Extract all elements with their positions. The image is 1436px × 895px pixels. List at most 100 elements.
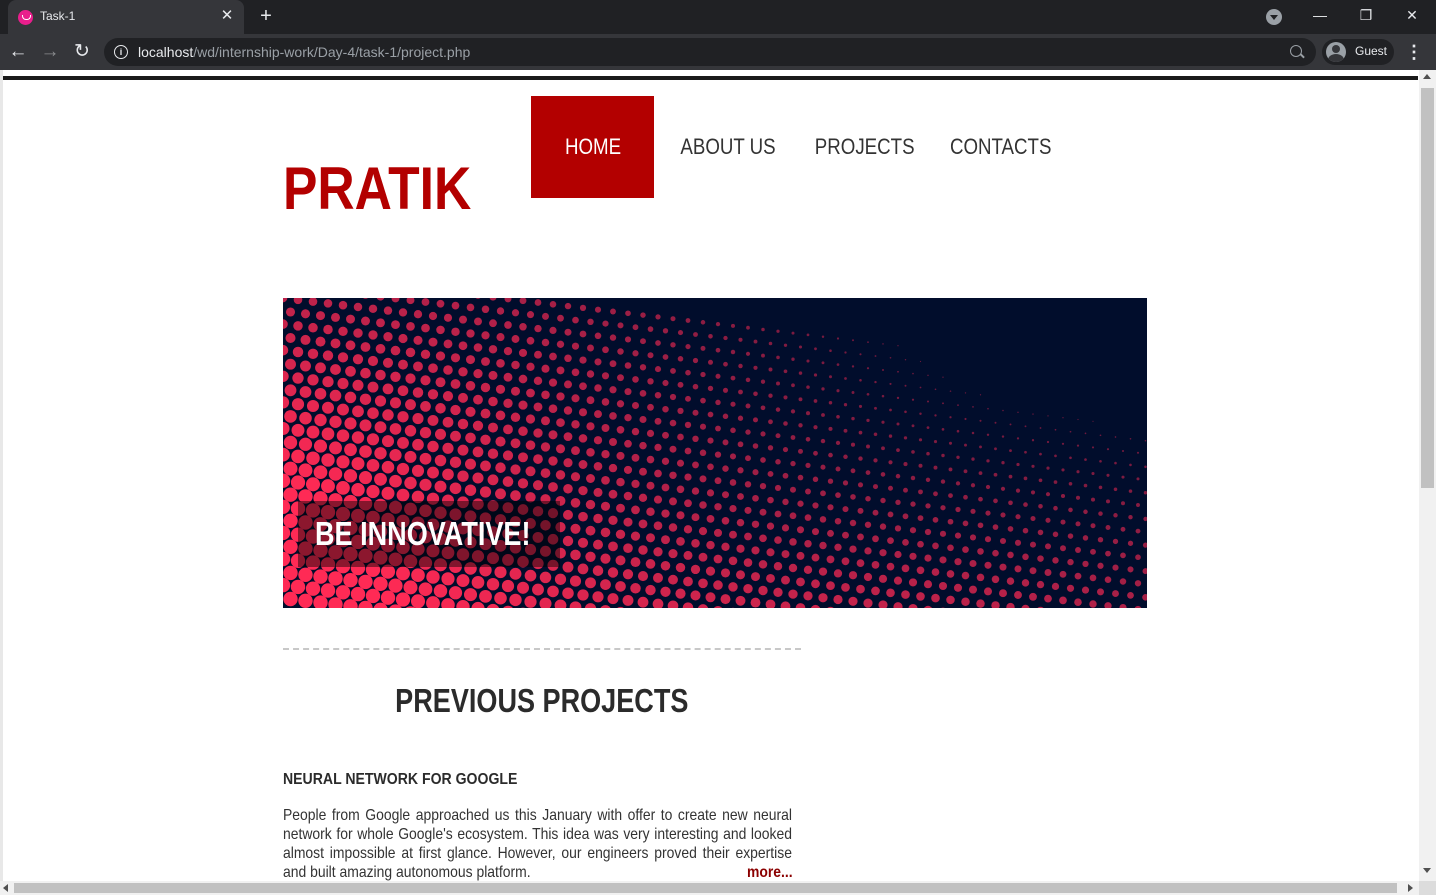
zoom-icon[interactable] bbox=[1290, 45, 1302, 57]
halftone-dot bbox=[359, 445, 372, 458]
halftone-dot bbox=[623, 491, 633, 501]
halftone-dot bbox=[1044, 569, 1052, 576]
halftone-dot bbox=[637, 596, 649, 608]
forward-icon[interactable]: → bbox=[36, 38, 64, 66]
horizontal-scrollbar[interactable] bbox=[0, 881, 1419, 895]
scroll-down-icon[interactable] bbox=[1423, 868, 1431, 873]
nav-item-projects[interactable]: PROJECTS bbox=[806, 96, 921, 198]
nav-item-home[interactable]: HOME bbox=[531, 96, 654, 198]
halftone-dot bbox=[728, 582, 738, 592]
halftone-dot bbox=[608, 541, 618, 552]
halftone-dot bbox=[858, 430, 863, 435]
halftone-dot bbox=[850, 468, 856, 474]
new-tab-icon[interactable]: + bbox=[254, 4, 278, 28]
halftone-dot bbox=[683, 525, 693, 534]
halftone-dot bbox=[844, 377, 847, 380]
halftone-dot bbox=[991, 575, 1000, 584]
browser-tab[interactable]: Task-1 ✕ bbox=[8, 0, 244, 34]
halftone-dot bbox=[1142, 542, 1147, 548]
browser-menu-icon[interactable]: ⋮ bbox=[1404, 38, 1424, 66]
halftone-dot bbox=[752, 417, 759, 423]
halftone-dot bbox=[976, 599, 985, 608]
halftone-dot bbox=[692, 357, 699, 364]
halftone-dot bbox=[683, 576, 693, 587]
halftone-dot bbox=[858, 404, 863, 408]
halftone-dot bbox=[456, 600, 470, 608]
horizontal-scroll-thumb[interactable] bbox=[14, 883, 1397, 893]
halftone-dot bbox=[916, 592, 925, 601]
halftone-dot bbox=[405, 399, 416, 411]
halftone-dot bbox=[421, 323, 430, 333]
halftone-dot bbox=[632, 350, 639, 357]
halftone-dot bbox=[924, 605, 932, 608]
close-window-icon[interactable]: ✕ bbox=[1392, 0, 1432, 32]
halftone-dot bbox=[721, 542, 730, 551]
halftone-dot bbox=[820, 490, 826, 497]
halftone-dot bbox=[956, 429, 960, 433]
halftone-dot bbox=[835, 492, 841, 498]
halftone-dot bbox=[381, 460, 395, 474]
scroll-up-icon[interactable] bbox=[1423, 74, 1431, 79]
halftone-dot bbox=[760, 431, 766, 437]
halftone-dot bbox=[495, 436, 506, 447]
halftone-dot bbox=[315, 336, 326, 347]
vertical-scroll-thumb[interactable] bbox=[1421, 88, 1434, 488]
halftone-dot bbox=[955, 481, 961, 486]
halftone-dot bbox=[1039, 452, 1042, 456]
halftone-dot bbox=[533, 454, 543, 464]
vertical-scrollbar[interactable] bbox=[1419, 70, 1436, 881]
halftone-dot bbox=[1084, 458, 1087, 461]
halftone-dot bbox=[631, 479, 640, 489]
tab-search-icon[interactable] bbox=[1266, 9, 1282, 25]
halftone-dot bbox=[390, 371, 401, 382]
halftone-dot bbox=[660, 586, 671, 597]
halftone-dot bbox=[283, 487, 298, 502]
profile-button[interactable]: Guest bbox=[1322, 39, 1394, 65]
halftone-dot bbox=[1007, 526, 1014, 532]
halftone-dot bbox=[1090, 497, 1096, 502]
url-text[interactable]: localhost/wd/internship-work/Day-4/task-… bbox=[138, 44, 470, 60]
reload-icon[interactable]: ↻ bbox=[68, 38, 96, 66]
halftone-dot bbox=[887, 537, 894, 544]
halftone-dot bbox=[926, 426, 930, 429]
halftone-dot bbox=[865, 495, 871, 502]
halftone-dot bbox=[814, 347, 817, 351]
halftone-dot bbox=[457, 418, 469, 430]
halftone-dot bbox=[1142, 593, 1147, 601]
halftone-dot bbox=[420, 401, 431, 412]
halftone-dot bbox=[578, 434, 588, 443]
close-tab-icon[interactable]: ✕ bbox=[216, 5, 238, 27]
restore-icon[interactable]: ❐ bbox=[1346, 0, 1386, 32]
halftone-dot bbox=[571, 446, 580, 456]
halftone-dot bbox=[766, 522, 775, 530]
halftone-dot bbox=[346, 314, 355, 324]
nav-item-about-us[interactable]: ABOUT US bbox=[671, 96, 786, 198]
halftone-dot bbox=[668, 574, 678, 585]
site-info-icon[interactable]: i bbox=[114, 45, 128, 59]
scroll-left-icon[interactable] bbox=[3, 884, 8, 892]
halftone-dot bbox=[449, 456, 462, 468]
halftone-dot bbox=[306, 399, 320, 413]
halftone-dot bbox=[691, 539, 700, 548]
halftone-dot bbox=[450, 430, 461, 442]
halftone-dot bbox=[586, 370, 595, 378]
halftone-dot bbox=[926, 400, 930, 403]
halftone-dot bbox=[654, 366, 662, 373]
halftone-dot bbox=[489, 298, 497, 301]
minimize-icon[interactable]: — bbox=[1300, 0, 1340, 32]
back-icon[interactable]: ← bbox=[4, 38, 32, 66]
halftone-dot bbox=[353, 328, 363, 338]
halftone-dot bbox=[293, 298, 303, 305]
halftone-dot bbox=[366, 459, 380, 472]
nav-item-contacts[interactable]: CONTACTS bbox=[941, 96, 1056, 198]
address-bar[interactable]: i localhost/wd/internship-work/Day-4/tas… bbox=[104, 38, 1316, 66]
halftone-dot bbox=[646, 429, 655, 437]
more-link[interactable]: more... bbox=[747, 864, 793, 882]
halftone-dot bbox=[685, 369, 691, 376]
halftone-dot bbox=[1052, 531, 1059, 538]
halftone-dot bbox=[1059, 596, 1067, 605]
halftone-dot bbox=[729, 530, 737, 539]
scroll-right-icon[interactable] bbox=[1408, 884, 1413, 892]
site-logo[interactable]: PRATIK bbox=[283, 154, 471, 224]
halftone-dot bbox=[503, 372, 513, 382]
